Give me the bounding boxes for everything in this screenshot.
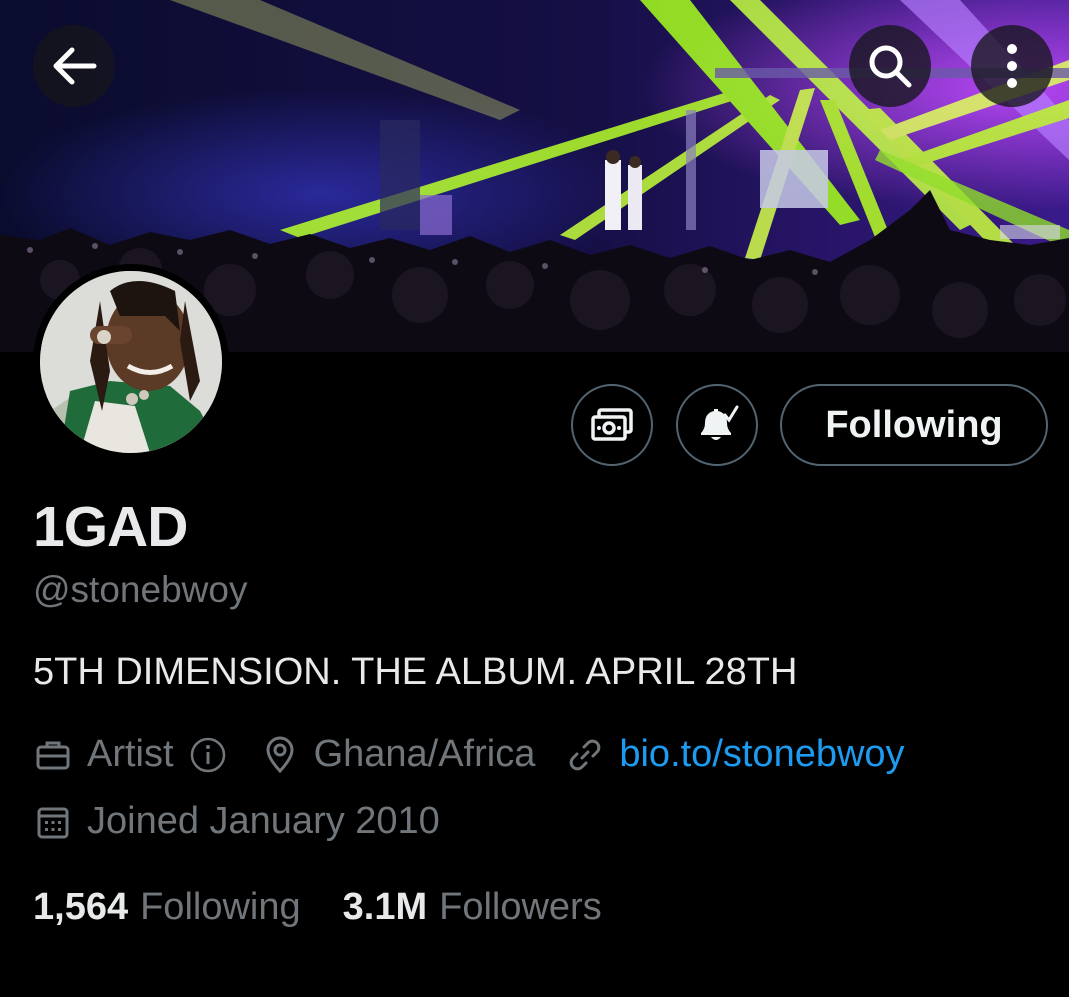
notifications-button[interactable] xyxy=(676,384,758,466)
location-label: Ghana/Africa xyxy=(313,733,536,775)
following-button[interactable]: Following xyxy=(780,384,1048,466)
user-handle: @stonebwoy xyxy=(33,569,248,610)
profile-avatar[interactable] xyxy=(33,264,229,460)
profile-bio: 5TH DIMENSION. THE ALBUM. APRIL 28TH xyxy=(33,651,798,693)
website-item: bio.to/stonebwoy xyxy=(565,733,905,776)
joined-item: Joined January 2010 xyxy=(33,800,440,843)
briefcase-icon xyxy=(33,735,73,775)
category-item: Artist xyxy=(33,733,228,776)
money-icon xyxy=(591,408,633,441)
joined-label: Joined January 2010 xyxy=(87,800,440,842)
display-name: 1GAD xyxy=(33,495,188,559)
category-label: Artist xyxy=(87,733,174,775)
more-vertical-icon xyxy=(1007,44,1017,88)
joined-row: Joined January 2010 xyxy=(33,800,440,843)
avatar-photo xyxy=(40,271,222,453)
arrow-left-icon xyxy=(53,47,97,85)
back-button[interactable] xyxy=(33,25,115,107)
following-label: Following xyxy=(140,886,301,928)
location-pin-icon xyxy=(260,735,300,775)
more-options-button[interactable] xyxy=(971,25,1053,107)
calendar-icon xyxy=(33,802,73,842)
info-icon[interactable] xyxy=(188,735,228,775)
search-icon xyxy=(869,45,912,88)
followers-label: Followers xyxy=(439,886,602,928)
profile-meta-row: Artist Ghana/Africa bio.to/stonebwoy xyxy=(33,733,905,776)
location-item: Ghana/Africa xyxy=(260,733,536,776)
link-icon xyxy=(565,735,605,775)
followers-count: 3.1M xyxy=(342,886,428,928)
following-stat[interactable]: 1,564 Following xyxy=(33,886,301,929)
followers-stat[interactable]: 3.1M Followers xyxy=(343,886,602,929)
following-count: 1,564 xyxy=(33,886,129,928)
profile-screen: Following 1GAD @stonebwoy 5TH DIMENSION.… xyxy=(0,0,1069,997)
follow-stats: 1,564 Following 3.1M Followers xyxy=(33,886,602,929)
search-button[interactable] xyxy=(849,25,931,107)
bell-check-icon xyxy=(701,405,739,440)
website-link[interactable]: bio.to/stonebwoy xyxy=(619,733,904,776)
tip-button[interactable] xyxy=(571,384,653,466)
